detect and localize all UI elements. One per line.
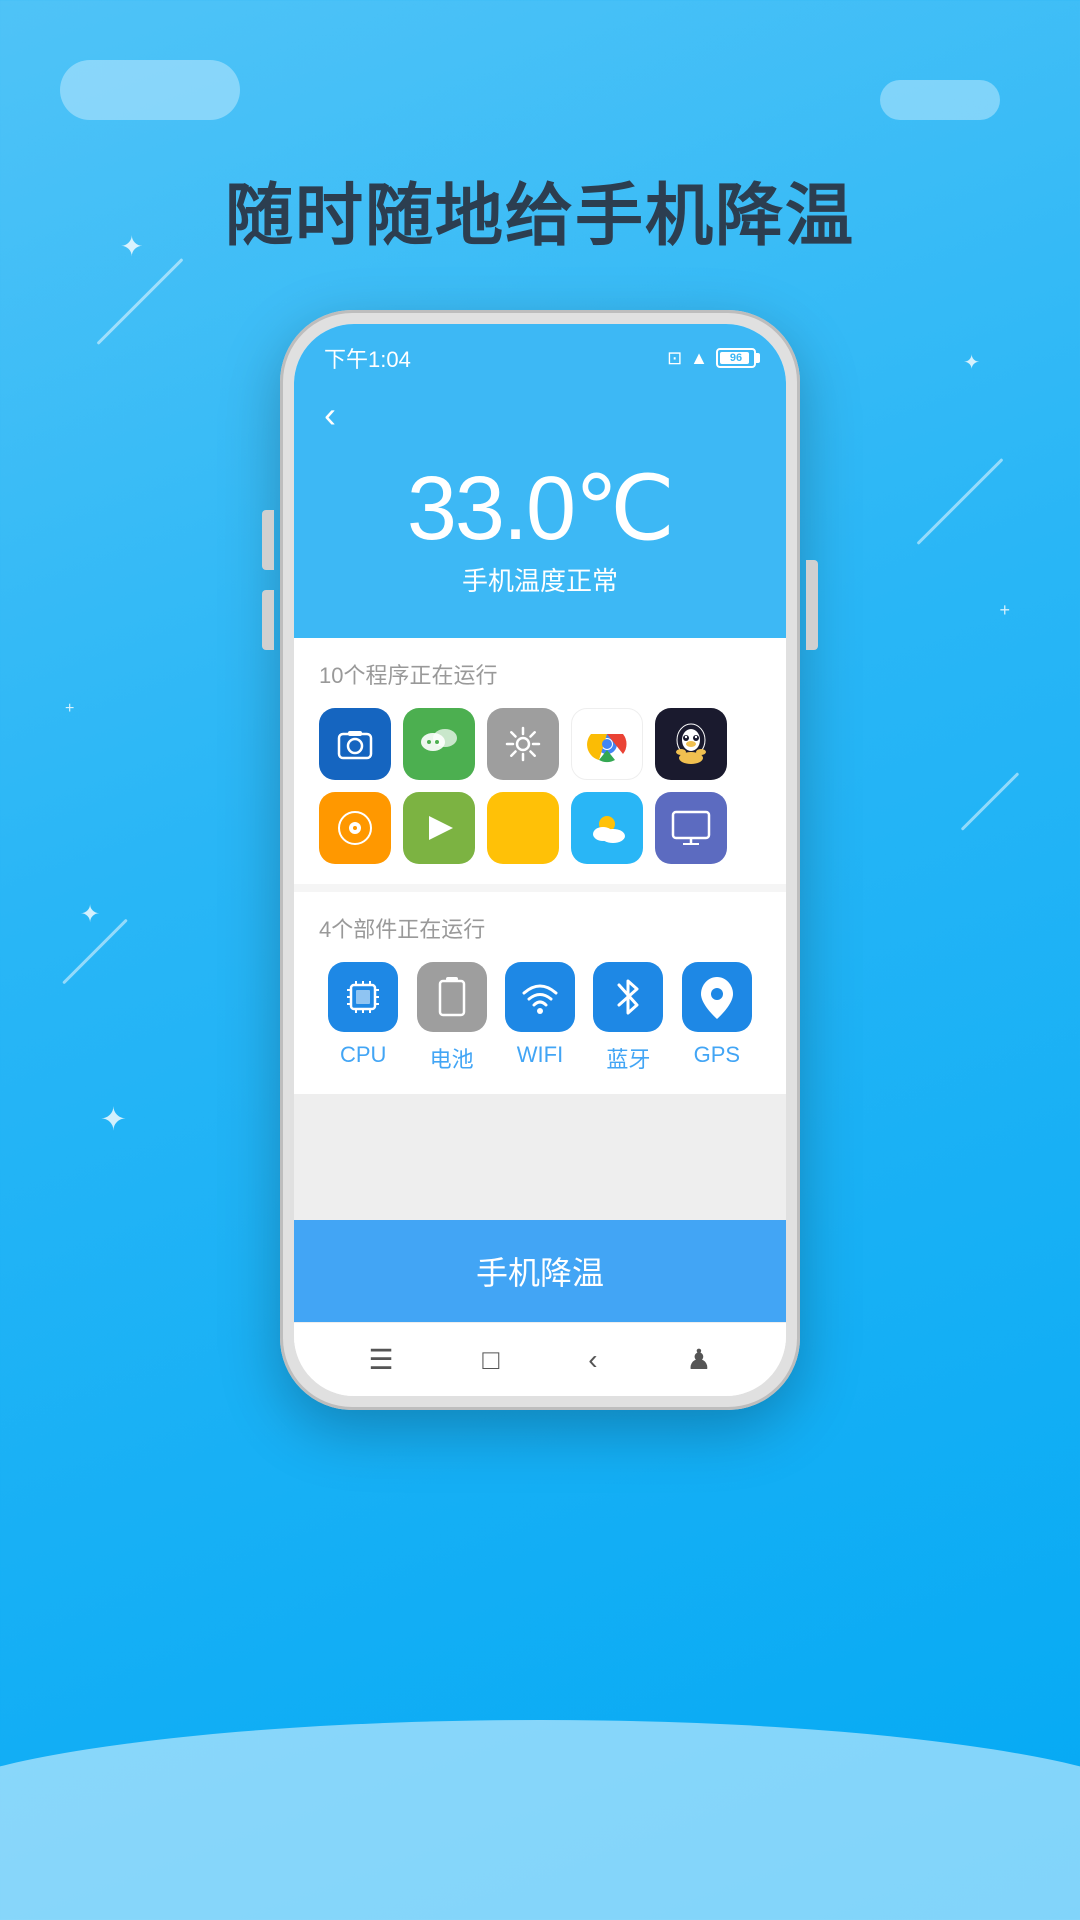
status-time: 下午1:04 [324, 342, 411, 374]
app-icon-weather[interactable] [571, 792, 643, 864]
app-icon-music[interactable] [319, 792, 391, 864]
app-icon-wechat[interactable] [403, 708, 475, 780]
component-gps[interactable]: GPS [673, 962, 761, 1074]
app-icon-arrow[interactable] [403, 792, 475, 864]
nav-user-icon[interactable]: ♟ [686, 1343, 711, 1376]
volume-down-button [262, 590, 274, 650]
deco-line-1 [97, 258, 184, 345]
volume-up-button [262, 510, 274, 570]
nav-menu-icon[interactable]: ☰ [368, 1343, 393, 1376]
battery-icon: 96 [716, 348, 756, 368]
battery-level: 96 [730, 352, 742, 364]
cpu-label: CPU [340, 1042, 386, 1068]
back-button[interactable]: ‹ [324, 394, 336, 436]
temperature-status: 手机温度正常 [324, 561, 756, 598]
phone-mockup: 下午1:04 ⊡ ▲ 96 ‹ 33.0℃ 手机温度正常 10个程序正在运行 [280, 310, 800, 1410]
wifi-icon: ▲ [690, 348, 708, 369]
page-title: 随时随地给手机降温 [0, 160, 1080, 259]
battery-label: 电池 [430, 1042, 474, 1074]
wifi-label: WIFI [517, 1042, 563, 1068]
running-programs-section: 10个程序正在运行 [294, 638, 786, 884]
status-bar: 下午1:04 ⊡ ▲ 96 [294, 324, 786, 384]
gray-spacer [294, 1094, 786, 1220]
phone-screen: 下午1:04 ⊡ ▲ 96 ‹ 33.0℃ 手机温度正常 10个程序正在运行 [294, 324, 786, 1396]
bluetooth-icon-box [593, 962, 663, 1032]
temperature-display: 33.0℃ [324, 456, 756, 561]
gps-icon-box [682, 962, 752, 1032]
app-icon-camera[interactable] [319, 708, 391, 780]
nav-home-icon[interactable]: □ [482, 1344, 499, 1376]
bottom-hill [0, 1720, 1080, 1920]
cool-phone-button[interactable]: 手机降温 [294, 1220, 786, 1322]
sparkle-4: ✦ [963, 350, 980, 375]
app-content: 10个程序正在运行 [294, 638, 786, 1396]
sparkle-6: + [65, 700, 74, 718]
component-bluetooth[interactable]: 蓝牙 [584, 962, 672, 1074]
cloud-right [880, 80, 1000, 120]
wifi-icon-box [505, 962, 575, 1032]
temperature-value: 33.0℃ [324, 456, 756, 561]
deco-line-2 [917, 458, 1004, 545]
power-button [806, 560, 818, 650]
gps-label: GPS [694, 1042, 740, 1068]
cloud-left [60, 60, 240, 120]
app-icon-desktop[interactable] [655, 792, 727, 864]
sparkle-3: ✦ [100, 1100, 127, 1138]
app-icon-settings[interactable] [487, 708, 559, 780]
app-icon-crescent[interactable] [487, 792, 559, 864]
screen-icon: ⊡ [667, 348, 682, 369]
cpu-icon-box [328, 962, 398, 1032]
deco-line-3 [961, 772, 1020, 831]
sparkle-2: ✦ [80, 900, 100, 929]
battery-icon-box [417, 962, 487, 1032]
running-components-section: 4个部件正在运行 [294, 892, 786, 1094]
running-programs-label: 10个程序正在运行 [319, 658, 761, 690]
component-battery[interactable]: 电池 [407, 962, 495, 1074]
bluetooth-label: 蓝牙 [606, 1042, 650, 1074]
running-components-label: 4个部件正在运行 [319, 912, 761, 944]
component-items: CPU 电池 [319, 962, 761, 1074]
component-wifi[interactable]: WIFI [496, 962, 584, 1074]
app-header: ‹ 33.0℃ 手机温度正常 [294, 384, 786, 638]
component-cpu[interactable]: CPU [319, 962, 407, 1074]
sparkle-5: + [999, 600, 1010, 621]
status-icons: ⊡ ▲ 96 [667, 348, 756, 369]
nav-bar: ☰ □ ‹ ♟ [294, 1322, 786, 1396]
app-icon-qq[interactable] [655, 708, 727, 780]
app-icon-browser[interactable] [571, 708, 643, 780]
app-icons-grid [319, 708, 761, 864]
nav-back-icon[interactable]: ‹ [588, 1344, 597, 1376]
